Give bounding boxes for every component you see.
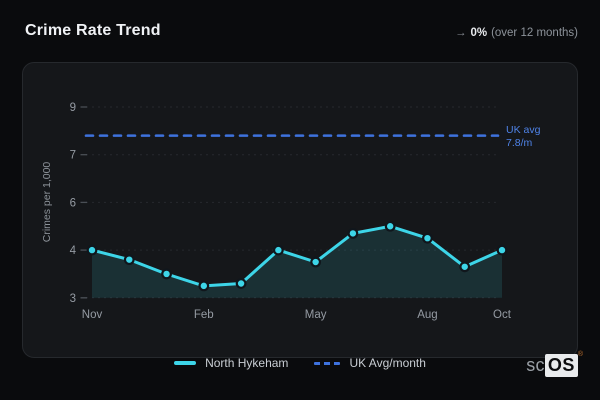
x-tick-label: May	[305, 309, 327, 321]
x-tick-label: Aug	[417, 309, 437, 321]
crime-trend-chart[interactable]: 3 4 6 7 9 Nov Feb May Aug Oct Crimes per 1,000 UK a…	[23, 63, 578, 358]
app-root: Crime Rate Trend → 0% (over 12 months) 3…	[0, 0, 600, 400]
uk-avg-label-line1: UK avg	[506, 124, 541, 136]
y-tick-label: 6	[70, 197, 76, 209]
legend-item-uk-avg[interactable]: UK Avg/month	[314, 356, 426, 370]
logo-main: OS	[544, 354, 578, 377]
legend-label: North Hykeham	[205, 356, 289, 370]
y-tick-label: 7	[70, 150, 76, 162]
data-point[interactable]	[459, 261, 471, 273]
y-axis-title: Crimes per 1,000	[41, 162, 53, 243]
chart-legend: North Hykeham UK Avg/month	[0, 352, 600, 374]
solid-line-swatch-icon	[174, 361, 197, 365]
logo-prefix: sc	[526, 355, 545, 375]
registered-trademark-icon: ®	[577, 351, 583, 358]
trend-arrow-icon: →	[454, 27, 467, 39]
data-point[interactable]	[496, 244, 508, 256]
x-tick-label: Oct	[493, 309, 512, 321]
trend-percent: 0%	[470, 27, 488, 39]
data-point[interactable]	[235, 278, 247, 289]
data-point[interactable]	[86, 244, 98, 256]
y-tick-label: 3	[70, 293, 76, 305]
trend-summary: → 0% (over 12 months)	[455, 27, 578, 39]
data-point[interactable]	[347, 228, 359, 239]
y-tick-label: 4	[70, 245, 77, 257]
legend-label: UK Avg/month	[349, 356, 426, 370]
data-point[interactable]	[384, 220, 396, 232]
data-point[interactable]	[272, 244, 284, 256]
data-point[interactable]	[161, 268, 172, 280]
x-tick-label: Nov	[82, 309, 103, 321]
data-point[interactable]	[123, 254, 135, 266]
legend-item-north-hykeham[interactable]: North Hykeham	[174, 356, 288, 370]
y-tick-label: 9	[70, 102, 76, 114]
uk-avg-label-line2: 7.8/m	[506, 137, 533, 149]
series-area-fill	[92, 226, 502, 298]
data-point[interactable]	[422, 232, 433, 244]
chart-card: 3 4 6 7 9 Nov Feb May Aug Oct Crimes per 1,000 UK a…	[22, 62, 578, 358]
data-point[interactable]	[310, 256, 322, 268]
x-tick-label: Feb	[194, 309, 214, 321]
scos-logo: sc OS ®	[526, 351, 583, 377]
dashed-line-swatch-icon	[314, 361, 341, 365]
trend-period: (over 12 months)	[491, 27, 578, 39]
page-title: Crime Rate Trend	[25, 22, 161, 39]
data-point[interactable]	[198, 280, 210, 292]
